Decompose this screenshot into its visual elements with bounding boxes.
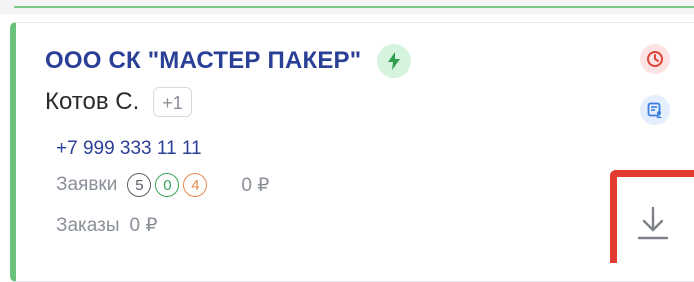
requests-pending-count[interactable]: 4 — [183, 173, 208, 197]
orders-label: Заказы — [56, 214, 120, 236]
extra-contacts-badge[interactable]: +1 — [153, 87, 192, 117]
card-accent-line — [14, 6, 694, 8]
requests-amount: 0 ₽ — [241, 174, 270, 196]
requests-row: Заявки 5 0 4 0 ₽ — [56, 173, 269, 197]
previous-card-edge — [0, 0, 694, 14]
download-icon[interactable] — [636, 205, 670, 241]
requests-total-count[interactable]: 5 — [127, 173, 152, 197]
contact-row: Котов С. +1 — [45, 87, 192, 117]
company-name[interactable]: ООО СК "МАСТЕР ПАКЕР" — [45, 47, 361, 75]
requests-label: Заявки — [56, 174, 118, 195]
clock-icon[interactable] — [640, 44, 670, 74]
lightning-icon — [377, 44, 412, 78]
requests-success-count[interactable]: 0 — [155, 173, 180, 197]
orders-row: Заказы 0 ₽ — [56, 214, 157, 237]
document-user-icon[interactable] — [640, 95, 670, 125]
company-row: ООО СК "МАСТЕР ПАКЕР" — [45, 44, 412, 78]
phone-number[interactable]: +7 999 333 11 11 — [56, 138, 202, 160]
contact-name[interactable]: Котов С. — [45, 88, 139, 116]
orders-amount: 0 ₽ — [129, 215, 158, 236]
